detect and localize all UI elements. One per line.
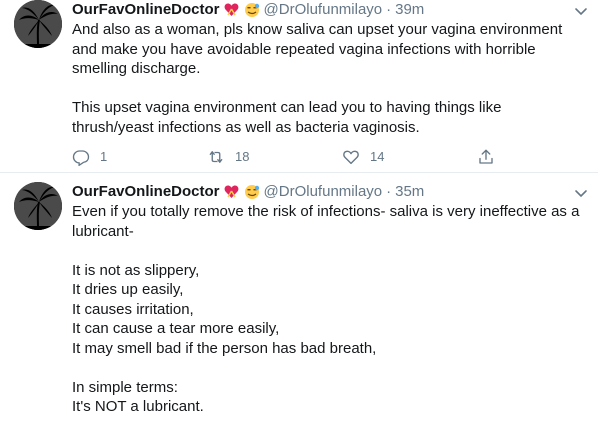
separator: · — [386, 1, 392, 18]
tweet-paragraph: This upset vagina environment can lead y… — [72, 99, 502, 136]
tweet-paragraph: And also as a woman, pls know saliva can… — [72, 21, 563, 77]
display-name[interactable]: OurFavOnlineDoctor — [72, 0, 220, 20]
doctor-face-icon — [244, 2, 260, 18]
heart-outline-icon — [343, 150, 359, 165]
chevron-down-icon[interactable] — [574, 186, 588, 198]
tweet-text: Even if you totally remove the risk of i… — [72, 202, 586, 417]
heart-with-ribbon-icon — [224, 184, 240, 200]
tweet[interactable]: OurFavOnlineDoctor @DrOlufunmilayo · 39m… — [0, 0, 598, 173]
tweet-line: It dries up easily, — [72, 281, 184, 298]
timestamp[interactable]: 35m — [395, 182, 424, 202]
tweet-actions: 1 18 14 — [72, 147, 512, 167]
retweet-button[interactable]: 18 — [207, 147, 249, 167]
tweet-line: It may smell bad if the person has bad b… — [72, 339, 377, 357]
tweet-line: It's NOT a lubricant. — [72, 398, 204, 415]
heart-with-ribbon-icon — [224, 2, 240, 18]
doctor-face-icon — [244, 184, 260, 200]
palm-tree-avatar-icon — [14, 0, 62, 48]
handle[interactable]: @DrOlufunmilayo — [264, 0, 383, 20]
share-icon — [479, 149, 493, 164]
reply-icon — [72, 150, 90, 166]
timestamp[interactable]: 39m — [395, 0, 424, 20]
chevron-down-icon[interactable] — [574, 4, 588, 16]
tweet-line: It causes irritation, — [72, 300, 194, 318]
share-button[interactable] — [477, 148, 495, 166]
like-count: 14 — [370, 149, 385, 164]
avatar[interactable] — [14, 0, 62, 48]
reply-button[interactable]: 1 — [72, 147, 107, 167]
retweet-icon — [209, 151, 223, 163]
display-name[interactable]: OurFavOnlineDoctor — [72, 182, 220, 202]
reply-count: 1 — [100, 149, 108, 164]
avatar[interactable] — [14, 182, 62, 230]
handle[interactable]: @DrOlufunmilayo — [264, 182, 383, 202]
tweet-text: And also as a woman, pls know saliva can… — [72, 20, 586, 137]
retweet-count: 18 — [235, 149, 250, 164]
tweet-line: In simple terms: — [72, 378, 178, 396]
tweet-line: Even if you totally remove the risk of i… — [72, 203, 580, 240]
palm-tree-avatar-icon — [14, 182, 62, 230]
tweet-header: OurFavOnlineDoctor @DrOlufunmilayo · 35m — [72, 182, 586, 202]
tweet-line: It can cause a tear more easily, — [72, 320, 280, 337]
tweet-header: OurFavOnlineDoctor @DrOlufunmilayo · 39m — [72, 0, 586, 20]
separator: · — [386, 183, 392, 200]
tweet[interactable]: OurFavOnlineDoctor @DrOlufunmilayo · 35m… — [0, 174, 598, 424]
like-button[interactable]: 14 — [342, 147, 384, 167]
tweet-line: It is not as slippery, — [72, 261, 200, 279]
